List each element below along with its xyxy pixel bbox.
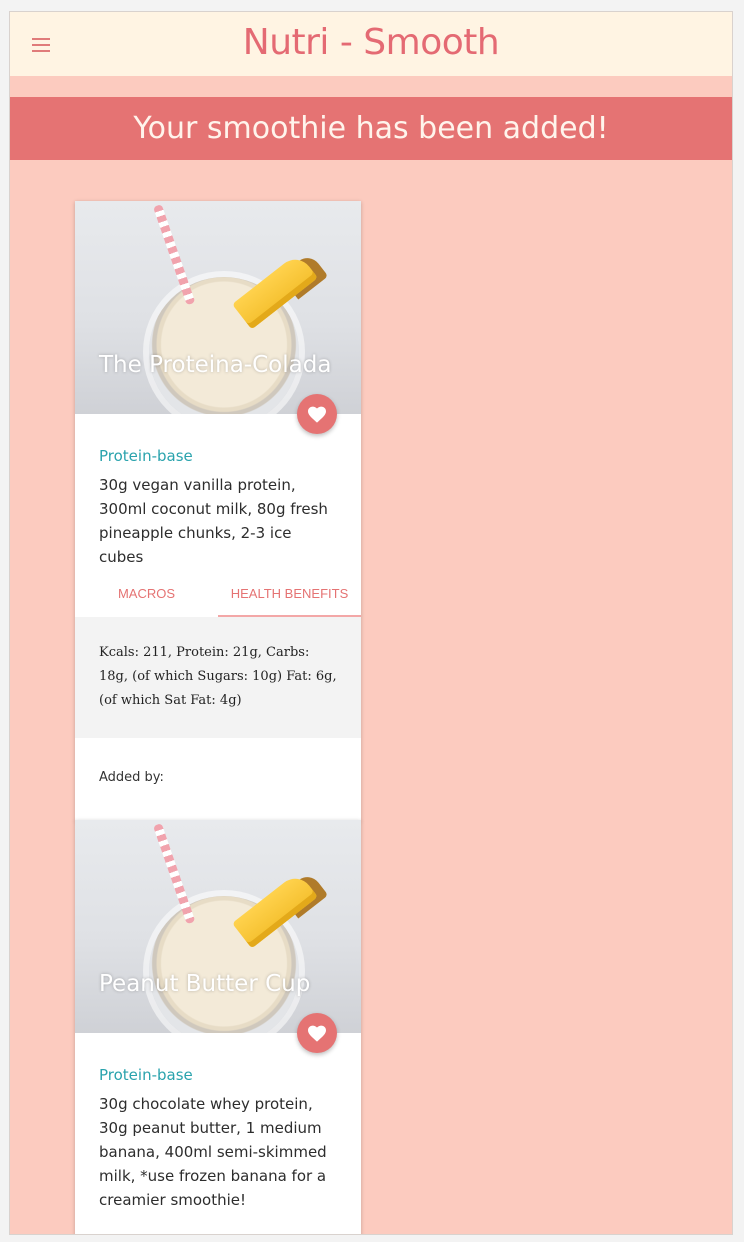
base-label: Protein-base xyxy=(99,447,193,465)
heart-icon xyxy=(308,1025,326,1042)
card-body: Protein-base 30g chocolate whey protein,… xyxy=(75,1033,361,1212)
straw-illustration xyxy=(153,823,196,925)
favorite-button[interactable] xyxy=(297,394,337,434)
heart-icon xyxy=(308,406,326,423)
tab-health-benefits[interactable]: HEALTH BENEFITS xyxy=(218,577,361,617)
added-by-label: Added by: xyxy=(99,770,164,785)
smoothie-card: Peanut Butter Cup Protein-base 30g choco… xyxy=(75,820,361,1234)
smoothie-card: The Proteina-Colada Protein-base 30g veg… xyxy=(75,201,361,821)
ingredients-text: 30g chocolate whey protein, 30g peanut b… xyxy=(99,1095,327,1209)
card-title: Peanut Butter Cup xyxy=(99,971,311,997)
favorite-button[interactable] xyxy=(297,1013,337,1053)
straw-illustration xyxy=(153,204,196,306)
ingredients-text: 30g vegan vanilla protein, 300ml coconut… xyxy=(99,476,328,566)
success-banner: Your smoothie has been added! xyxy=(10,97,732,160)
base-label: Protein-base xyxy=(99,1066,193,1084)
brand-title[interactable]: Nutri - Smooth xyxy=(10,22,732,63)
card-title: The Proteina-Colada xyxy=(99,352,332,378)
smoothie-image: Peanut Butter Cup xyxy=(75,820,361,1033)
navbar: Nutri - Smooth xyxy=(10,12,732,76)
app-frame: Nutri - Smooth Your smoothie has been ad… xyxy=(9,11,733,1235)
card-tabs: MACROS HEALTH BENEFITS xyxy=(75,577,361,617)
smoothie-image: The Proteina-Colada xyxy=(75,201,361,414)
card-body: Protein-base 30g vegan vanilla protein, … xyxy=(75,414,361,569)
tab-macros[interactable]: MACROS xyxy=(75,577,218,617)
macros-panel: Kcals: 211, Protein: 21g, Carbs: 18g, (o… xyxy=(75,617,361,738)
